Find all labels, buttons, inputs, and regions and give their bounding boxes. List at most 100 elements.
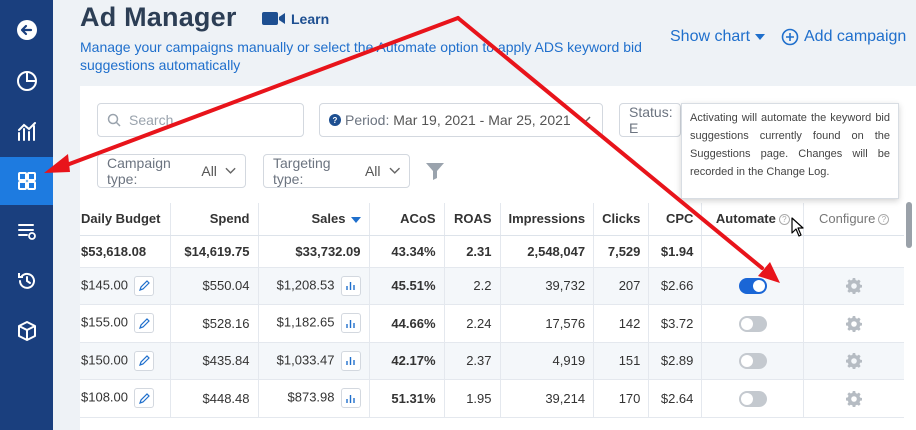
- col-clicks[interactable]: Clicks: [593, 203, 650, 236]
- sidebar: [0, 0, 53, 430]
- table-row: $145.00 $550.04 $1,208.53 45.51% 2.2 39,…: [80, 267, 904, 305]
- period-value: Mar 19, 2021 - Mar 25, 2021: [393, 112, 571, 128]
- plus-circle-icon: [781, 28, 799, 46]
- cell-daily-budget: $145.00: [80, 267, 171, 305]
- automate-toggle[interactable]: [738, 278, 767, 295]
- edit-budget-button[interactable]: [134, 350, 154, 371]
- cell-clicks: 170: [593, 379, 650, 418]
- cell-spend: $448.48: [170, 379, 259, 418]
- table-scrollbar[interactable]: [906, 202, 912, 248]
- cell-impressions: 39,732: [500, 267, 595, 305]
- cell-sales: $1,208.53: [258, 267, 370, 305]
- total-automate: [701, 235, 805, 268]
- cell-spend: $550.04: [170, 267, 259, 305]
- search-input[interactable]: Search: [97, 103, 304, 137]
- daily-budget-value: $150.00: [81, 352, 128, 368]
- sidebar-item-back[interactable]: [0, 6, 53, 54]
- sidebar-item-products[interactable]: [0, 307, 53, 355]
- cell-roas: 2.2: [444, 267, 501, 305]
- col-spend[interactable]: Spend: [170, 203, 259, 236]
- history-icon: [17, 272, 35, 289]
- total-sales: $33,732.09: [258, 235, 370, 268]
- cell-cpc: $2.64: [648, 379, 703, 418]
- automate-toggle[interactable]: [738, 353, 767, 370]
- daily-budget-value: $155.00: [81, 314, 128, 330]
- cell-automate: [701, 342, 805, 380]
- col-automate: Automate?: [701, 203, 805, 236]
- col-acos[interactable]: ACoS: [369, 203, 445, 236]
- cell-clicks: 207: [593, 267, 650, 305]
- help-icon[interactable]: ?: [778, 214, 790, 226]
- campaign-type-dropdown[interactable]: Campaign type: All: [97, 154, 246, 188]
- table-row: $150.00 $435.84 $1,033.47 42.17% 2.37 4,…: [80, 342, 904, 380]
- page-title: Ad Manager: [80, 2, 237, 32]
- add-campaign-button[interactable]: Add campaign: [781, 28, 906, 46]
- col-automate-label: Automate: [715, 211, 776, 227]
- targeting-type-label: Targeting type:: [273, 155, 331, 187]
- sidebar-item-dashboard[interactable]: [0, 57, 53, 105]
- caret-down-icon: [755, 34, 766, 40]
- cell-acos: 51.31%: [369, 379, 445, 418]
- cell-acos: 45.51%: [369, 267, 445, 305]
- sales-chart-button[interactable]: [340, 350, 361, 371]
- video-camera-icon: [262, 12, 285, 25]
- sales-chart-button[interactable]: [340, 313, 361, 334]
- learn-label: Learn: [291, 10, 330, 27]
- status-dropdown[interactable]: Status: E: [619, 103, 681, 137]
- analytics-icon: [17, 122, 36, 141]
- table-row: $155.00 $528.16 $1,182.65 44.66% 2.24 17…: [80, 304, 904, 343]
- col-cpc[interactable]: CPC: [648, 203, 703, 236]
- col-sales[interactable]: Sales: [258, 203, 370, 236]
- daily-budget-value: $145.00: [81, 277, 128, 293]
- total-spend: $14,619.75: [170, 235, 259, 268]
- bar-chart-icon: [346, 357, 355, 366]
- period-dropdown[interactable]: ? Period: Mar 19, 2021 - Mar 25, 2021: [319, 103, 603, 137]
- edit-budget-button[interactable]: [134, 388, 154, 409]
- status-label: Status: E: [629, 104, 673, 136]
- show-chart-button[interactable]: Show chart: [670, 28, 766, 46]
- cell-clicks: 142: [593, 304, 650, 343]
- gear-icon[interactable]: [845, 353, 863, 370]
- automate-toggle[interactable]: [738, 315, 767, 332]
- sidebar-item-ad-manager[interactable]: [0, 157, 53, 205]
- total-cpc: $1.94: [648, 235, 703, 268]
- back-arrow-icon: [16, 20, 37, 40]
- gear-icon[interactable]: [845, 278, 863, 295]
- show-chart-label: Show chart: [670, 28, 751, 45]
- cell-spend: $435.84: [170, 342, 259, 380]
- automate-toggle[interactable]: [738, 390, 767, 407]
- cell-automate: [701, 379, 805, 418]
- pie-chart-icon: [16, 71, 37, 91]
- sidebar-item-history[interactable]: [0, 257, 53, 305]
- col-roas[interactable]: ROAS: [444, 203, 501, 236]
- help-icon[interactable]: ?: [878, 214, 890, 226]
- filter-icon[interactable]: [425, 161, 445, 181]
- targeting-type-dropdown[interactable]: Targeting type: All: [263, 154, 410, 188]
- cell-sales: $1,033.47: [258, 342, 370, 380]
- automate-tooltip: Activating will automate the keyword bid…: [681, 103, 899, 199]
- edit-budget-button[interactable]: [134, 275, 154, 296]
- col-impressions[interactable]: Impressions: [500, 203, 595, 236]
- chevron-down-icon: [225, 167, 236, 174]
- cell-acos: 42.17%: [369, 342, 445, 380]
- cell-configure: [803, 342, 904, 380]
- sales-chart-button[interactable]: [340, 275, 361, 296]
- total-impressions: 2,548,047: [500, 235, 595, 268]
- bar-chart-icon: [346, 394, 355, 403]
- sidebar-item-rules[interactable]: [0, 207, 53, 255]
- cell-impressions: 17,576: [500, 304, 595, 343]
- edit-budget-button[interactable]: [134, 313, 154, 334]
- total-daily-budget: $53,618.08: [80, 235, 171, 268]
- pencil-icon: [138, 317, 150, 329]
- sidebar-item-analytics[interactable]: [0, 107, 53, 155]
- cell-automate: [701, 304, 805, 343]
- campaigns-table: Daily Budget Spend Sales ACoS ROAS Impre…: [80, 203, 904, 418]
- sales-chart-button[interactable]: [340, 388, 361, 409]
- daily-budget-value: $108.00: [81, 389, 128, 405]
- bar-chart-icon: [346, 282, 355, 291]
- gear-icon[interactable]: [845, 390, 863, 407]
- col-daily-budget[interactable]: Daily Budget: [80, 203, 171, 236]
- gear-icon[interactable]: [845, 315, 863, 332]
- cell-sales: $873.98: [258, 379, 370, 418]
- learn-link[interactable]: Learn: [261, 10, 329, 27]
